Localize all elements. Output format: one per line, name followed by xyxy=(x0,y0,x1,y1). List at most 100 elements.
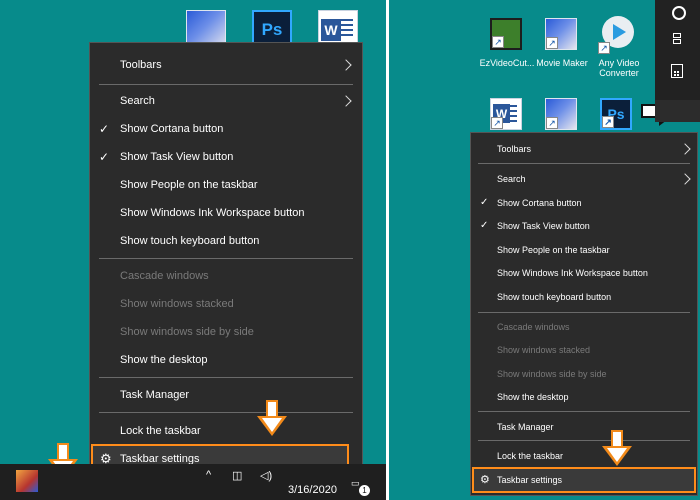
menu-item-label: Cascade windows xyxy=(120,270,209,282)
menu-separator xyxy=(478,411,690,412)
chevron-right-icon xyxy=(340,95,352,107)
word-glyph: W xyxy=(321,19,341,41)
task-view-icon[interactable] xyxy=(671,33,683,44)
menu-item-toolbars[interactable]: Toolbars xyxy=(471,139,697,159)
menu-item-show-task-view-button[interactable]: ✓ Show Task View button xyxy=(471,216,697,236)
left-desktop-panel: Ps W Toolbars Search ✓ Show Cortana butt… xyxy=(0,0,386,500)
menu-item-label: Task Manager xyxy=(497,422,554,432)
menu-item-show-cortana-button[interactable]: ✓ Show Cortana button xyxy=(90,117,362,141)
menu-item-search[interactable]: Search xyxy=(471,169,697,189)
menu-item-cascade-windows: Cascade windows xyxy=(471,317,697,337)
menu-item-show-windows-side-by-side: Show windows side by side xyxy=(471,364,697,384)
menu-item-label: Show Task View button xyxy=(120,151,234,163)
taskbar-date[interactable]: 3/16/2020 xyxy=(288,484,337,496)
menu-item-label: Toolbars xyxy=(497,144,532,154)
menu-item-label: Show Cortana button xyxy=(497,198,582,208)
menu-item-search[interactable]: Search xyxy=(90,89,362,113)
video-converter-icon[interactable]: ↗ xyxy=(598,14,638,54)
menu-item-label: Show touch keyboard button xyxy=(497,292,612,302)
taskbar-app-icon[interactable] xyxy=(16,470,38,492)
menu-item-show-task-view-button[interactable]: ✓ Show Task View button xyxy=(90,145,362,169)
menu-item-lock-taskbar[interactable]: Lock the taskbar xyxy=(471,446,697,466)
menu-item-task-manager[interactable]: Task Manager xyxy=(90,383,362,407)
menu-item-show-windows-stacked: Show windows stacked xyxy=(471,340,697,360)
menu-separator xyxy=(478,312,690,313)
menu-item-taskbar-settings[interactable]: ⚙ Taskbar settings xyxy=(471,470,697,490)
calculator-icon[interactable] xyxy=(671,64,683,78)
arrow-down-icon xyxy=(257,400,287,438)
menu-item-show-touch-keyboard[interactable]: Show touch keyboard button xyxy=(471,287,697,307)
menu-separator xyxy=(99,258,353,259)
notification-icon[interactable]: ▭ 1 xyxy=(351,478,370,496)
menu-item-label: Show windows side by side xyxy=(120,326,254,338)
chevron-right-icon xyxy=(679,173,691,185)
menu-item-label: Show the desktop xyxy=(120,354,208,366)
desktop-icon-label: Any Video Converter xyxy=(598,58,640,78)
action-strip xyxy=(655,0,700,122)
menu-separator xyxy=(478,440,690,441)
word-icon[interactable]: W ↗ xyxy=(490,98,522,130)
menu-item-label: Show Windows Ink Workspace button xyxy=(120,207,305,219)
menu-item-show-cortana-button[interactable]: ✓ Show Cortana button xyxy=(471,193,697,213)
menu-separator xyxy=(478,163,690,164)
menu-item-show-ink-workspace[interactable]: Show Windows Ink Workspace button xyxy=(471,263,697,283)
network-icon[interactable]: ◫ xyxy=(232,469,242,482)
chevron-right-icon xyxy=(679,143,691,155)
menu-item-label: Show touch keyboard button xyxy=(120,235,260,247)
menu-item-show-people[interactable]: Show People on the taskbar xyxy=(471,240,697,260)
shortcut-arrow-icon: ↗ xyxy=(546,37,558,49)
gear-icon: ⚙ xyxy=(480,474,490,486)
menu-item-label: Search xyxy=(120,95,155,107)
checkmark-icon: ✓ xyxy=(99,150,110,164)
menu-item-show-windows-stacked: Show windows stacked xyxy=(90,292,362,316)
photoshop-icon[interactable]: Ps ↗ xyxy=(600,98,632,130)
menu-item-show-touch-keyboard[interactable]: Show touch keyboard button xyxy=(90,229,362,253)
menu-item-label: Search xyxy=(497,174,526,184)
menu-item-label: Show Windows Ink Workspace button xyxy=(497,268,648,278)
menu-item-show-desktop[interactable]: Show the desktop xyxy=(90,348,362,372)
menu-separator xyxy=(99,377,353,378)
menu-item-label: Show Task View button xyxy=(497,221,590,231)
feather-app-icon[interactable]: ↗ xyxy=(545,18,577,50)
menu-item-label: Show the desktop xyxy=(497,392,569,402)
menu-separator xyxy=(99,84,353,85)
desktop-icon-label: Movie Maker xyxy=(536,58,588,68)
shortcut-arrow-icon: ↗ xyxy=(491,117,503,129)
cortana-circle-icon[interactable] xyxy=(672,6,686,20)
menu-item-show-desktop[interactable]: Show the desktop xyxy=(471,387,697,407)
menu-item-cascade-windows: Cascade windows xyxy=(90,264,362,288)
menu-item-label: Cascade windows xyxy=(497,322,570,332)
shortcut-arrow-icon: ↗ xyxy=(598,42,610,54)
taskbar-context-menu: Toolbars Search ✓ Show Cortana button ✓ … xyxy=(470,132,698,496)
checkmark-icon: ✓ xyxy=(480,197,489,208)
checkmark-icon: ✓ xyxy=(99,122,110,136)
menu-item-label: Show windows side by side xyxy=(497,369,607,379)
menu-item-label: Task Manager xyxy=(120,389,190,401)
taskbar-context-menu: Toolbars Search ✓ Show Cortana button ✓ … xyxy=(89,42,363,478)
menu-item-task-manager[interactable]: Task Manager xyxy=(471,417,697,437)
shortcut-arrow-icon: ↗ xyxy=(492,36,504,48)
arrow-down-icon xyxy=(602,430,632,468)
menu-item-label: Show windows stacked xyxy=(497,345,591,355)
feather-app-icon[interactable]: ↗ xyxy=(545,98,577,130)
menu-item-toolbars[interactable]: Toolbars xyxy=(90,53,362,77)
action-strip-footer xyxy=(655,100,700,122)
menu-item-label: Show windows stacked xyxy=(120,298,234,310)
menu-separator xyxy=(99,412,353,413)
taskbar[interactable]: ^ ◫ ◁) 3/16/2020 ▭ 1 xyxy=(0,464,386,500)
menu-item-lock-taskbar[interactable]: Lock the taskbar xyxy=(90,419,362,443)
menu-item-label: Show People on the taskbar xyxy=(120,179,258,191)
shortcut-arrow-icon: ↗ xyxy=(546,117,558,129)
menu-item-show-people[interactable]: Show People on the taskbar xyxy=(90,173,362,197)
shortcut-arrow-icon: ↗ xyxy=(602,116,614,128)
checkmark-icon: ✓ xyxy=(480,220,489,231)
volume-icon[interactable]: ◁) xyxy=(260,469,272,482)
chevron-right-icon xyxy=(340,59,352,71)
menu-item-show-ink-workspace[interactable]: Show Windows Ink Workspace button xyxy=(90,201,362,225)
menu-item-label: Lock the taskbar xyxy=(120,425,201,437)
menu-item-label: Taskbar settings xyxy=(497,475,563,485)
chevron-up-icon[interactable]: ^ xyxy=(206,469,211,481)
film-icon[interactable]: ↗ xyxy=(490,18,522,50)
photoshop-glyph: Ps xyxy=(261,20,283,39)
menu-item-label: Show People on the taskbar xyxy=(497,245,610,255)
